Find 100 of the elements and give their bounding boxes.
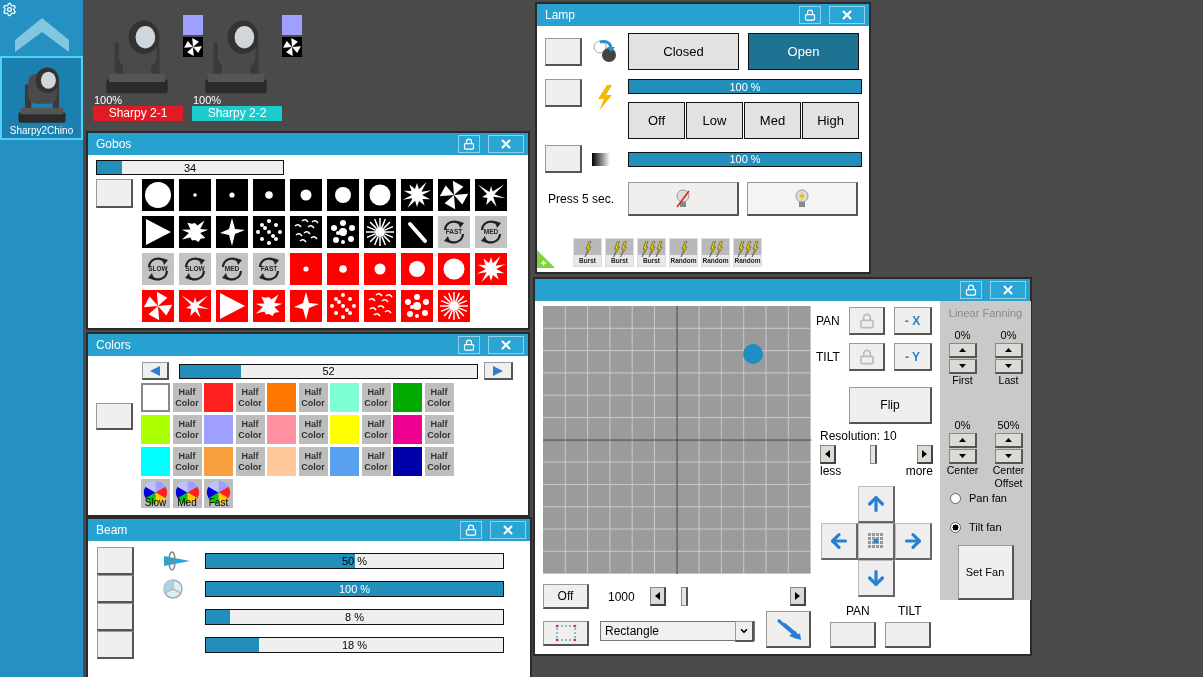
tilt-value-button[interactable]: [885, 622, 931, 648]
gobo-button[interactable]: [327, 179, 359, 211]
pan-lock-button[interactable]: [849, 307, 885, 335]
flip-button[interactable]: Flip: [849, 387, 932, 424]
half-color-button[interactable]: Half Color: [235, 383, 265, 412]
move-down-button[interactable]: [858, 560, 895, 597]
invert-button[interactable]: - Y: [894, 343, 932, 371]
gobo-button[interactable]: [142, 179, 174, 211]
gobo-button[interactable]: [401, 216, 433, 248]
resolution-scrollbar[interactable]: [820, 445, 933, 464]
close-button[interactable]: [488, 336, 524, 354]
decrease-button[interactable]: [948, 359, 977, 374]
slider[interactable]: 100 %: [205, 581, 504, 597]
fixture-tile[interactable]: Sharpy2Chino: [0, 56, 83, 140]
gobo-button[interactable]: [364, 179, 396, 211]
scroll-left-button[interactable]: [820, 445, 836, 464]
gobo-button[interactable]: [253, 216, 285, 248]
slider[interactable]: 100 %: [628, 151, 862, 167]
gobo-button[interactable]: [327, 216, 359, 248]
shutter-button[interactable]: Closed: [628, 33, 739, 70]
scrollbar-thumb[interactable]: [681, 587, 688, 606]
center-button[interactable]: [858, 523, 895, 560]
gobo-button[interactable]: [290, 179, 322, 211]
beam-reset-button[interactable]: [97, 575, 134, 603]
slider[interactable]: 52: [179, 363, 478, 379]
color-swatch[interactable]: [204, 447, 233, 476]
close-button[interactable]: [990, 281, 1026, 299]
slider[interactable]: 34: [96, 160, 284, 175]
next-button[interactable]: [484, 362, 513, 380]
position-marker[interactable]: [743, 344, 763, 364]
half-color-button[interactable]: Half Color: [298, 415, 328, 444]
gobo-off-button[interactable]: [96, 179, 133, 208]
dimmer-reset-button[interactable]: [545, 79, 582, 107]
beam-reset-button[interactable]: [97, 547, 134, 575]
move-left-button[interactable]: [821, 523, 858, 560]
tilt-lock-button[interactable]: [849, 343, 885, 371]
lock-button[interactable]: [460, 521, 482, 539]
gobo-button[interactable]: [290, 216, 322, 248]
color-swatch[interactable]: [330, 383, 359, 412]
previous-button[interactable]: [142, 362, 169, 380]
scroll-right-button[interactable]: [917, 445, 933, 464]
gobo-button[interactable]: [253, 179, 285, 211]
lock-button[interactable]: [799, 6, 821, 24]
beam-reset-button[interactable]: [97, 631, 134, 659]
move-right-button[interactable]: [895, 523, 932, 560]
lock-button[interactable]: [458, 135, 480, 153]
power-button[interactable]: Med: [744, 102, 801, 139]
half-color-button[interactable]: Half Color: [298, 383, 328, 412]
close-button[interactable]: [490, 521, 526, 539]
swap-button[interactable]: [766, 611, 811, 648]
shape-button[interactable]: [543, 621, 589, 646]
color-swatch[interactable]: [393, 415, 422, 444]
gobo-button[interactable]: [142, 216, 174, 248]
increase-button[interactable]: [948, 343, 977, 358]
half-color-button[interactable]: Half Color: [424, 447, 454, 476]
close-button[interactable]: [488, 135, 524, 153]
color-swatch[interactable]: [267, 415, 296, 444]
half-color-button[interactable]: Half Color: [172, 383, 202, 412]
half-color-button[interactable]: Half Color: [172, 415, 202, 444]
decrease-button[interactable]: [994, 449, 1023, 464]
half-color-button[interactable]: Half Color: [298, 447, 328, 476]
color-swatch[interactable]: [330, 447, 359, 476]
color-swatch[interactable]: [204, 415, 233, 444]
slider[interactable]: 8 %: [205, 609, 504, 625]
half-color-button[interactable]: Half Color: [361, 447, 391, 476]
half-color-button[interactable]: Half Color: [424, 383, 454, 412]
half-color-button[interactable]: Half Color: [361, 415, 391, 444]
color-swatch[interactable]: [267, 383, 296, 412]
gobo-button[interactable]: [216, 216, 248, 248]
gobo-button[interactable]: [475, 179, 507, 211]
close-button[interactable]: [829, 6, 865, 24]
color-swatch[interactable]: [141, 447, 170, 476]
color-swatch[interactable]: [141, 415, 170, 444]
shutter-reset-button[interactable]: [545, 37, 582, 66]
speed-scrollbar[interactable]: [649, 587, 806, 606]
shape-dropdown[interactable]: Rectangle: [600, 621, 755, 641]
gobo-button[interactable]: [179, 216, 211, 248]
lamp-off-button[interactable]: [628, 182, 739, 216]
half-color-button[interactable]: Half Color: [424, 415, 454, 444]
half-color-button[interactable]: Half Color: [235, 415, 265, 444]
fade-reset-button[interactable]: [545, 145, 582, 173]
color-swatch[interactable]: [267, 447, 296, 476]
scroll-left-button[interactable]: [649, 587, 666, 606]
gobo-button[interactable]: [438, 179, 470, 211]
slider[interactable]: 18 %: [205, 637, 504, 653]
scroll-right-button[interactable]: [789, 587, 806, 606]
half-color-button[interactable]: Half Color: [361, 383, 391, 412]
increase-button[interactable]: [994, 343, 1023, 358]
pan-value-button[interactable]: [830, 622, 876, 648]
color-swatch[interactable]: [330, 415, 359, 444]
lock-button[interactable]: [458, 336, 480, 354]
power-button[interactable]: Low: [686, 102, 743, 139]
beam-reset-button[interactable]: [97, 603, 134, 631]
color-off-button[interactable]: [96, 403, 133, 430]
effect-off-button[interactable]: Off: [543, 584, 589, 609]
half-color-button[interactable]: Half Color: [235, 447, 265, 476]
scrollbar-thumb[interactable]: [869, 445, 877, 464]
decrease-button[interactable]: [994, 359, 1023, 374]
power-button[interactable]: High: [802, 102, 859, 139]
power-button[interactable]: Off: [628, 102, 685, 139]
